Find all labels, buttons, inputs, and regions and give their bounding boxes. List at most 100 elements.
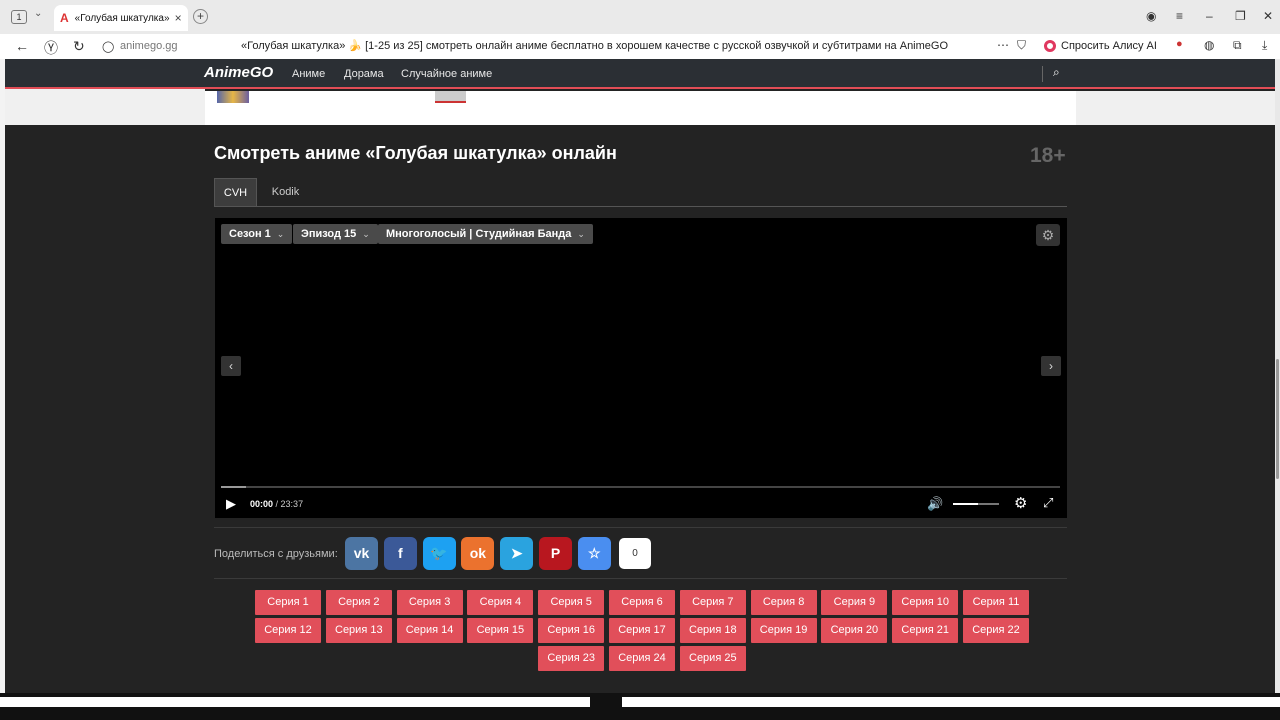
scrollbar-thumb[interactable] [1276, 359, 1279, 479]
episode-button[interactable]: Серия 11 [963, 590, 1029, 615]
episode-button[interactable]: Серия 21 [892, 618, 959, 643]
share-twitter-button[interactable]: 🐦 [422, 537, 456, 570]
yandex-icon[interactable]: Ⓨ [44, 38, 58, 58]
site-favicon-icon: A [60, 11, 69, 25]
browser-tab[interactable]: A «Голубая шкатулка» 🍌 × [54, 5, 188, 31]
episode-button[interactable]: Серия 3 [396, 590, 463, 615]
tab-counter[interactable]: 1 [11, 10, 27, 24]
next-episode-button[interactable]: › [1041, 356, 1061, 376]
episode-button[interactable]: Серия 9 [821, 590, 888, 615]
share-telegram-button[interactable]: ➤ [500, 537, 534, 570]
episode-button[interactable]: Серия 20 [821, 618, 888, 643]
episode-button[interactable]: Серия 19 [750, 618, 817, 643]
scrollbar[interactable] [1275, 59, 1280, 693]
download-icon[interactable]: ⤓ [1262, 38, 1267, 53]
share-facebook-button[interactable]: f [383, 537, 417, 570]
share-bookmark-button[interactable]: ☆ [577, 537, 611, 570]
site-header: AnimeGO Аниме Дорама Случайное аниме ⌕ [5, 59, 1275, 89]
reload-icon[interactable]: ↻ [73, 38, 85, 55]
episode-button[interactable]: Серия 8 [750, 590, 817, 615]
back-icon[interactable]: ← [15, 38, 29, 54]
menu-icon[interactable]: ≡ [1176, 9, 1183, 23]
address-page-title: «Голубая шкатулка» 🍌 [1-25 из 25] смотре… [241, 40, 949, 52]
search-icon[interactable]: ⌕ [1053, 65, 1060, 80]
address-domain[interactable]: animego.gg [120, 40, 178, 52]
age-rating-badge: 18+ [1030, 144, 1066, 167]
episode-button[interactable]: Серия 5 [538, 590, 605, 615]
extension-icon[interactable]: ● [1176, 38, 1183, 50]
volume-icon[interactable]: 🔊 [927, 496, 943, 512]
chevron-down-icon: ⌄ [276, 229, 285, 239]
episode-button[interactable]: Серия 6 [609, 590, 675, 615]
vpn-icon[interactable]: ◍ [1204, 38, 1214, 52]
episode-button[interactable]: Серия 1 [255, 590, 321, 615]
alice-icon [1044, 40, 1056, 52]
chevron-down-icon[interactable]: ⌄ [34, 8, 42, 19]
site-info-icon[interactable]: ◯ [102, 40, 114, 53]
restore-icon[interactable]: ❐ [1235, 9, 1246, 23]
collections-icon[interactable]: ⧉ [1233, 38, 1242, 53]
close-window-icon[interactable]: ✕ [1263, 9, 1273, 23]
site-page: AnimeGO Аниме Дорама Случайное аниме ⌕ С… [5, 59, 1275, 693]
episode-button[interactable]: Серия 17 [609, 618, 675, 643]
browser-tab-bar: 1 ⌄ A «Голубая шкатулка» 🍌 × + ◉ ≡ – ❐ ✕ [0, 0, 1280, 34]
page-title: Смотреть аниме «Голубая шкатулка» онлайн [214, 143, 617, 163]
close-icon[interactable]: × [175, 11, 182, 25]
episode-button[interactable]: Серия 13 [325, 618, 392, 643]
site-logo[interactable]: AnimeGO [204, 64, 273, 81]
minimize-icon[interactable]: – [1206, 9, 1213, 23]
related-strip [205, 91, 1076, 125]
bookmark-icon[interactable]: ⛉ [1017, 38, 1026, 53]
related-thumbnail[interactable] [217, 91, 249, 103]
episode-button[interactable]: Серия 15 [467, 618, 534, 643]
season-dropdown[interactable]: Сезон 1 ⌄ [221, 224, 293, 244]
more-icon[interactable]: ⋯ [997, 38, 1009, 52]
tab-kodik[interactable]: Kodik [262, 178, 309, 206]
episode-button[interactable]: Серия 16 [538, 618, 605, 643]
episode-button[interactable]: Серия 14 [396, 618, 463, 643]
nav-link-dorama[interactable]: Дорама [344, 68, 384, 80]
ask-alice-button[interactable]: Спросить Алису AI [1040, 37, 1163, 55]
share-pinterest-button[interactable]: P [539, 537, 572, 570]
play-icon[interactable]: ▶ [226, 496, 236, 512]
episode-button[interactable]: Серия 25 [679, 646, 746, 671]
chevron-down-icon: ⌄ [362, 229, 370, 239]
time-display: 00:00 / 23:37 [250, 499, 303, 509]
profile-icon[interactable]: ◉ [1146, 9, 1156, 23]
share-odnoklassniki-button[interactable]: ok [461, 537, 495, 570]
settings-icon[interactable]: ⚙ [1014, 494, 1027, 512]
episode-button[interactable]: Серия 18 [679, 618, 746, 643]
fullscreen-icon[interactable]: ⤢ [1043, 495, 1053, 511]
share-vk-button[interactable]: vk [345, 537, 378, 570]
episode-dropdown[interactable]: Эпизод 15 ⌄ [293, 224, 378, 244]
divider [214, 527, 1067, 528]
seek-bar[interactable] [221, 486, 1060, 488]
dub-dropdown[interactable]: Многоголосый | Студийная Банда ⌄ [378, 224, 593, 244]
background-window [622, 697, 1280, 707]
episode-button[interactable]: Серия 22 [963, 618, 1029, 643]
volume-slider[interactable] [953, 503, 999, 505]
bottom-bar [0, 693, 1280, 720]
episode-button[interactable]: Серия 10 [892, 590, 959, 615]
video-player[interactable]: Сезон 1 ⌄ Эпизод 15 ⌄ Многоголосый | Студи… [215, 218, 1067, 518]
prev-episode-button[interactable]: ‹ [221, 356, 241, 376]
nav-link-random[interactable]: Случайное аниме [401, 68, 492, 80]
new-tab-button[interactable]: + [193, 9, 208, 24]
share-count: 0 [619, 538, 651, 569]
divider [214, 578, 1067, 579]
tab-cvh[interactable]: CVH [214, 178, 257, 206]
gear-icon[interactable]: ⚙ [1036, 224, 1060, 246]
season-label: Сезон 1 [229, 228, 271, 240]
nav-link-anime[interactable]: Аниме [292, 68, 325, 80]
related-thumbnail[interactable] [435, 91, 466, 103]
dub-label: Многоголосый | Студийная Банда [386, 228, 572, 240]
episode-button[interactable]: Серия 24 [609, 646, 675, 671]
episode-button[interactable]: Серия 7 [679, 590, 746, 615]
episode-button[interactable]: Серия 23 [538, 646, 605, 671]
duration: / 23:37 [275, 499, 304, 509]
page-margin-right [1076, 91, 1275, 125]
episode-button[interactable]: Серия 12 [255, 618, 321, 643]
chevron-down-icon: ⌄ [577, 229, 585, 239]
episode-button[interactable]: Серия 4 [467, 590, 534, 615]
episode-button[interactable]: Серия 2 [325, 590, 392, 615]
